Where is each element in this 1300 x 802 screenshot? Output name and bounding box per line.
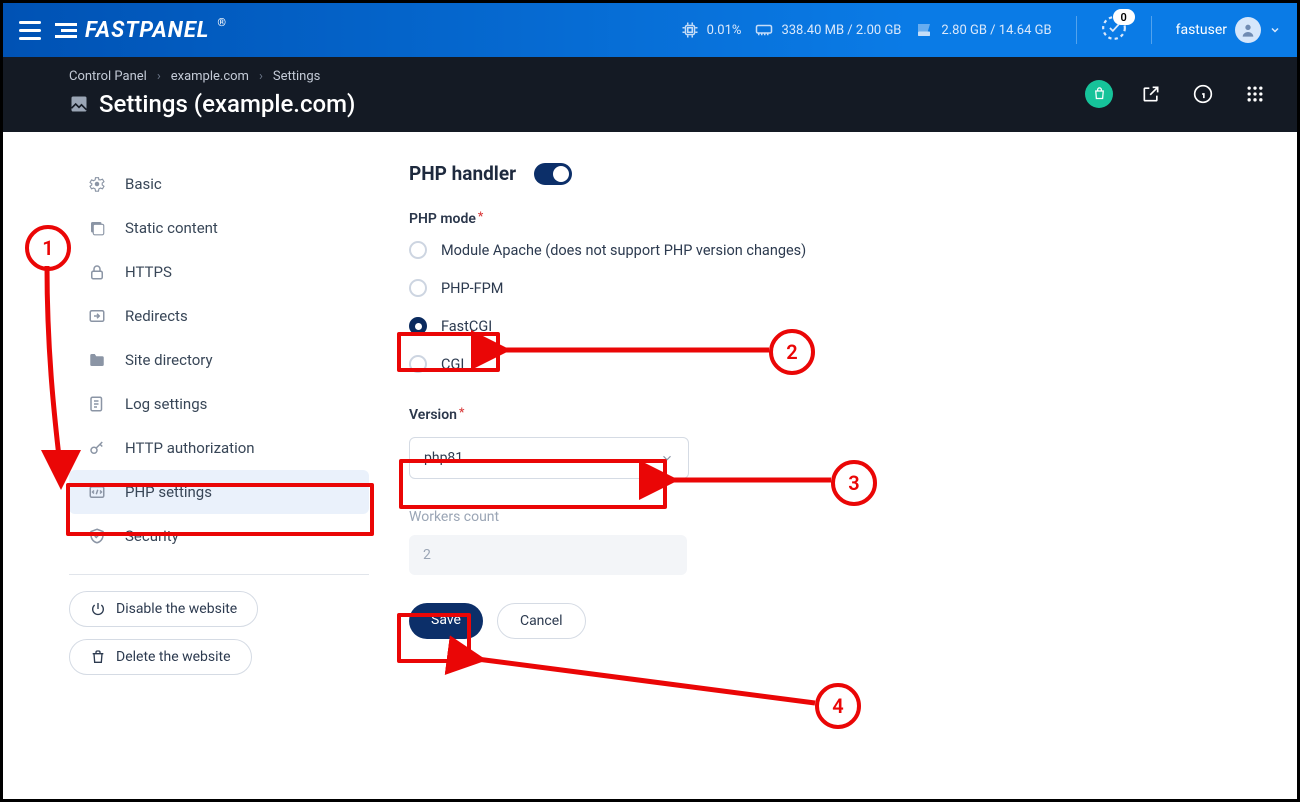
chevron-down-icon [1269,24,1281,36]
sidebar-item-redirects[interactable]: Redirects [69,294,369,338]
info-action[interactable] [1189,80,1217,108]
sidebar-item-php-settings[interactable]: PHP settings [69,470,369,514]
logo-text: FASTPANEL [85,18,209,43]
sidebar-item-label: Basic [125,175,162,193]
sidebar-item-http-authorization[interactable]: HTTP authorization [69,426,369,470]
grid-icon [1245,84,1265,104]
php-mode-group: Module Apache (does not support PHP vers… [409,241,1269,373]
shield-icon [87,526,107,546]
sidebar-item-https[interactable]: HTTPS [69,250,369,294]
stat-disk: 2.80 GB / 14.64 GB [915,21,1051,39]
open-external[interactable] [1137,80,1165,108]
lock-icon [87,262,107,282]
chevron-down-icon [660,451,674,465]
radio-indicator [409,317,427,335]
php-handler-toggle[interactable] [534,163,572,185]
php-mode-radio-1[interactable]: PHP-FPM [409,279,1269,297]
topbar: FASTPANEL ® 0.01% 338.40 MB / 2.00 GB 2.… [3,3,1297,57]
crumb-0[interactable]: Control Panel [69,69,147,84]
memory-icon [755,23,773,37]
php-mode-radio-2[interactable]: FastCGI [409,317,1269,335]
tasks-indicator[interactable]: 0 [1101,15,1127,45]
trash-icon [90,649,106,665]
page-title: Settings (example.com) [69,90,1085,118]
delete-website-button[interactable]: Delete the website [69,639,252,675]
radio-label: PHP-FPM [441,280,503,297]
sidebar-item-log-settings[interactable]: Log settings [69,382,369,426]
php-mode-radio-0[interactable]: Module Apache (does not support PHP vers… [409,241,1269,259]
radio-indicator [409,355,427,373]
username: fastuser [1176,22,1227,38]
avatar-icon [1235,17,1261,43]
sidebar-item-security[interactable]: Security [69,514,369,558]
key-icon [87,438,107,458]
cancel-button[interactable]: Cancel [497,603,586,639]
radio-indicator [409,279,427,297]
sidebar-item-label: Site directory [125,351,213,369]
log-icon [87,394,107,414]
php-icon [87,482,107,502]
folder-icon [87,350,107,370]
crumb-1[interactable]: example.com [171,69,249,84]
image-icon [69,94,89,114]
version-label: Version [409,407,457,423]
radio-indicator [409,241,427,259]
settings-sidebar: Basic Static content HTTPS Redirects Site di… [69,162,369,687]
gear-icon [87,174,107,194]
page-body: Basic Static content HTTPS Redirects Site di… [3,132,1297,687]
php-mode-label: PHP mode [409,211,476,227]
sidebar-item-label: Log settings [125,395,207,413]
breadcrumb: Control Panel › example.com › Settings [69,69,1085,84]
shopping-action[interactable] [1085,80,1113,108]
radio-label: CGI [441,356,464,373]
info-icon [1193,84,1213,104]
crumb-2: Settings [273,69,320,84]
cpu-icon [681,21,699,39]
sidebar-item-label: HTTPS [125,263,172,281]
version-select[interactable]: php81 [409,437,689,479]
page-header: Control Panel › example.com › Settings S… [3,57,1297,132]
anno-marker-4: 4 [815,683,861,729]
stat-cpu: 0.01% [681,21,742,39]
sidebar-item-label: Static content [125,219,218,237]
menu-toggle-button[interactable] [19,21,41,40]
redirect-icon [87,306,107,326]
power-icon [90,601,106,617]
sidebar-item-basic[interactable]: Basic [69,162,369,206]
stat-mem: 338.40 MB / 2.00 GB [755,23,901,38]
workers-input: 2 [409,535,687,575]
disable-website-button[interactable]: Disable the website [69,591,258,627]
sidebar-item-site-directory[interactable]: Site directory [69,338,369,382]
radio-label: Module Apache (does not support PHP vers… [441,242,806,259]
disk-icon [915,21,933,39]
save-button[interactable]: Save [409,603,483,639]
php-mode-radio-3[interactable]: CGI [409,355,1269,373]
static-icon [87,218,107,238]
radio-label: FastCGI [441,318,492,335]
logo[interactable]: FASTPANEL ® [55,18,227,43]
sidebar-item-label: Redirects [125,307,188,325]
user-menu[interactable]: fastuser [1176,17,1281,43]
settings-content: PHP handler PHP mode* Module Apache (doe… [409,162,1269,687]
logo-reg: ® [217,16,227,29]
workers-label: Workers count [409,509,1269,525]
section-title: PHP handler [409,162,516,185]
apps-grid[interactable] [1241,80,1269,108]
external-link-icon [1141,84,1161,104]
sidebar-item-label: PHP settings [125,483,212,501]
bag-icon [1092,86,1107,101]
tasks-badge: 0 [1113,9,1135,25]
sidebar-item-label: HTTP authorization [125,439,255,457]
sidebar-item-static-content[interactable]: Static content [69,206,369,250]
header-actions [1085,80,1269,108]
sidebar-item-label: Security [125,527,179,545]
